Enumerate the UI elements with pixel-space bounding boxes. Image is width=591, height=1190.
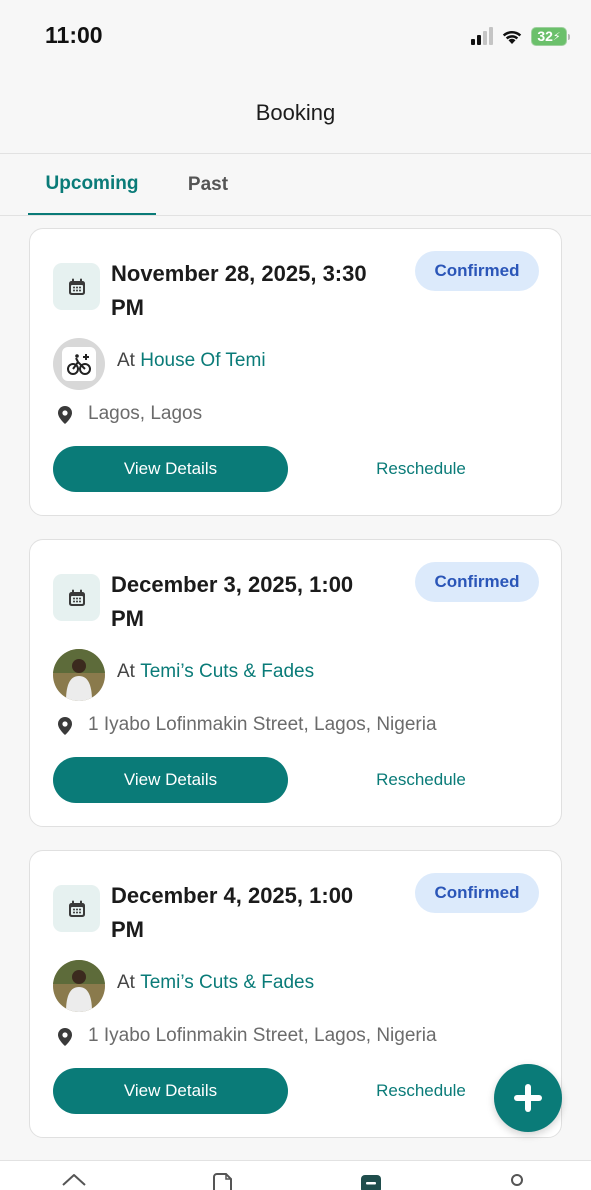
booking-card: December 4, 2025, 1:00 PM Confirmed At T… <box>29 850 562 1138</box>
calendar-icon <box>53 574 100 621</box>
calendar-icon <box>53 885 100 932</box>
venue-name[interactable]: Temi’s Cuts & Fades <box>140 661 314 682</box>
reschedule-button[interactable]: Reschedule <box>350 1068 492 1114</box>
venue-prefix: At <box>117 661 135 682</box>
view-details-button[interactable]: View Details <box>53 757 288 803</box>
booking-date: December 3, 2025, 1:00 <box>111 572 354 597</box>
booking-address: 1 Iyabo Lofinmakin Street, Lagos, Nigeri… <box>88 714 437 735</box>
venue-prefix: At <box>117 972 135 993</box>
add-booking-button[interactable] <box>494 1064 562 1132</box>
booking-time-period: PM <box>111 917 144 942</box>
status-icons: 32 ⚡ <box>471 24 570 48</box>
location-pin-icon <box>58 406 72 424</box>
status-badge: Confirmed <box>415 873 539 913</box>
document-icon[interactable] <box>211 1173 233 1190</box>
reschedule-button[interactable]: Reschedule <box>350 446 492 492</box>
plus-icon <box>514 1084 542 1112</box>
tab-past[interactable]: Past <box>172 154 244 215</box>
booking-date: December 4, 2025, 1:00 <box>111 883 354 908</box>
battery-charging-icon: 32 ⚡ <box>531 26 570 46</box>
home-icon[interactable] <box>61 1173 87 1190</box>
status-bar: 11:00 32 ⚡ <box>0 0 591 72</box>
booking-address: 1 Iyabo Lofinmakin Street, Lagos, Nigeri… <box>88 1025 437 1046</box>
tab-upcoming[interactable]: Upcoming <box>28 154 156 215</box>
status-badge: Confirmed <box>415 251 539 291</box>
booking-datetime: November 28, 2025, 3:30 PM <box>111 257 411 325</box>
venue-name[interactable]: Temi’s Cuts & Fades <box>140 972 314 993</box>
reschedule-button[interactable]: Reschedule <box>350 757 492 803</box>
status-badge: Confirmed <box>415 562 539 602</box>
person-photo-avatar <box>53 960 105 1012</box>
venue-line: At House Of Temi <box>117 350 266 372</box>
person-photo-avatar <box>53 649 105 701</box>
page-title: Booking <box>255 99 336 125</box>
tab-bar: Upcoming Past <box>0 154 591 216</box>
venue-name[interactable]: House Of Temi <box>140 350 265 371</box>
status-time: 11:00 <box>45 22 103 48</box>
venue-prefix: At <box>117 350 135 371</box>
booking-address: Lagos, Lagos <box>88 403 203 424</box>
profile-icon[interactable] <box>509 1173 525 1190</box>
booking-icon[interactable] <box>360 1173 382 1190</box>
venue-line: At Temi’s Cuts & Fades <box>117 972 314 994</box>
view-details-button[interactable]: View Details <box>53 1068 288 1114</box>
calendar-icon <box>53 263 100 310</box>
app-header: Booking <box>0 72 591 154</box>
signal-icon <box>471 27 493 45</box>
booking-list[interactable]: November 28, 2025, 3:30 PM Confirmed At … <box>0 216 591 1160</box>
booking-date: November 28, 2025, 3:30 <box>111 261 367 286</box>
booking-time-period: PM <box>111 295 144 320</box>
location-pin-icon <box>58 1028 72 1046</box>
booking-card: November 28, 2025, 3:30 PM Confirmed At … <box>29 228 562 516</box>
wifi-icon <box>502 30 522 44</box>
battery-level: 32 <box>537 28 553 44</box>
booking-datetime: December 4, 2025, 1:00 PM <box>111 879 411 947</box>
booking-time-period: PM <box>111 606 144 631</box>
business-logo-avatar <box>53 338 105 390</box>
view-details-button[interactable]: View Details <box>53 446 288 492</box>
location-pin-icon <box>58 717 72 735</box>
bottom-nav <box>0 1160 591 1190</box>
booking-card: December 3, 2025, 1:00 PM Confirmed At T… <box>29 539 562 827</box>
booking-datetime: December 3, 2025, 1:00 PM <box>111 568 411 636</box>
venue-line: At Temi’s Cuts & Fades <box>117 661 314 683</box>
